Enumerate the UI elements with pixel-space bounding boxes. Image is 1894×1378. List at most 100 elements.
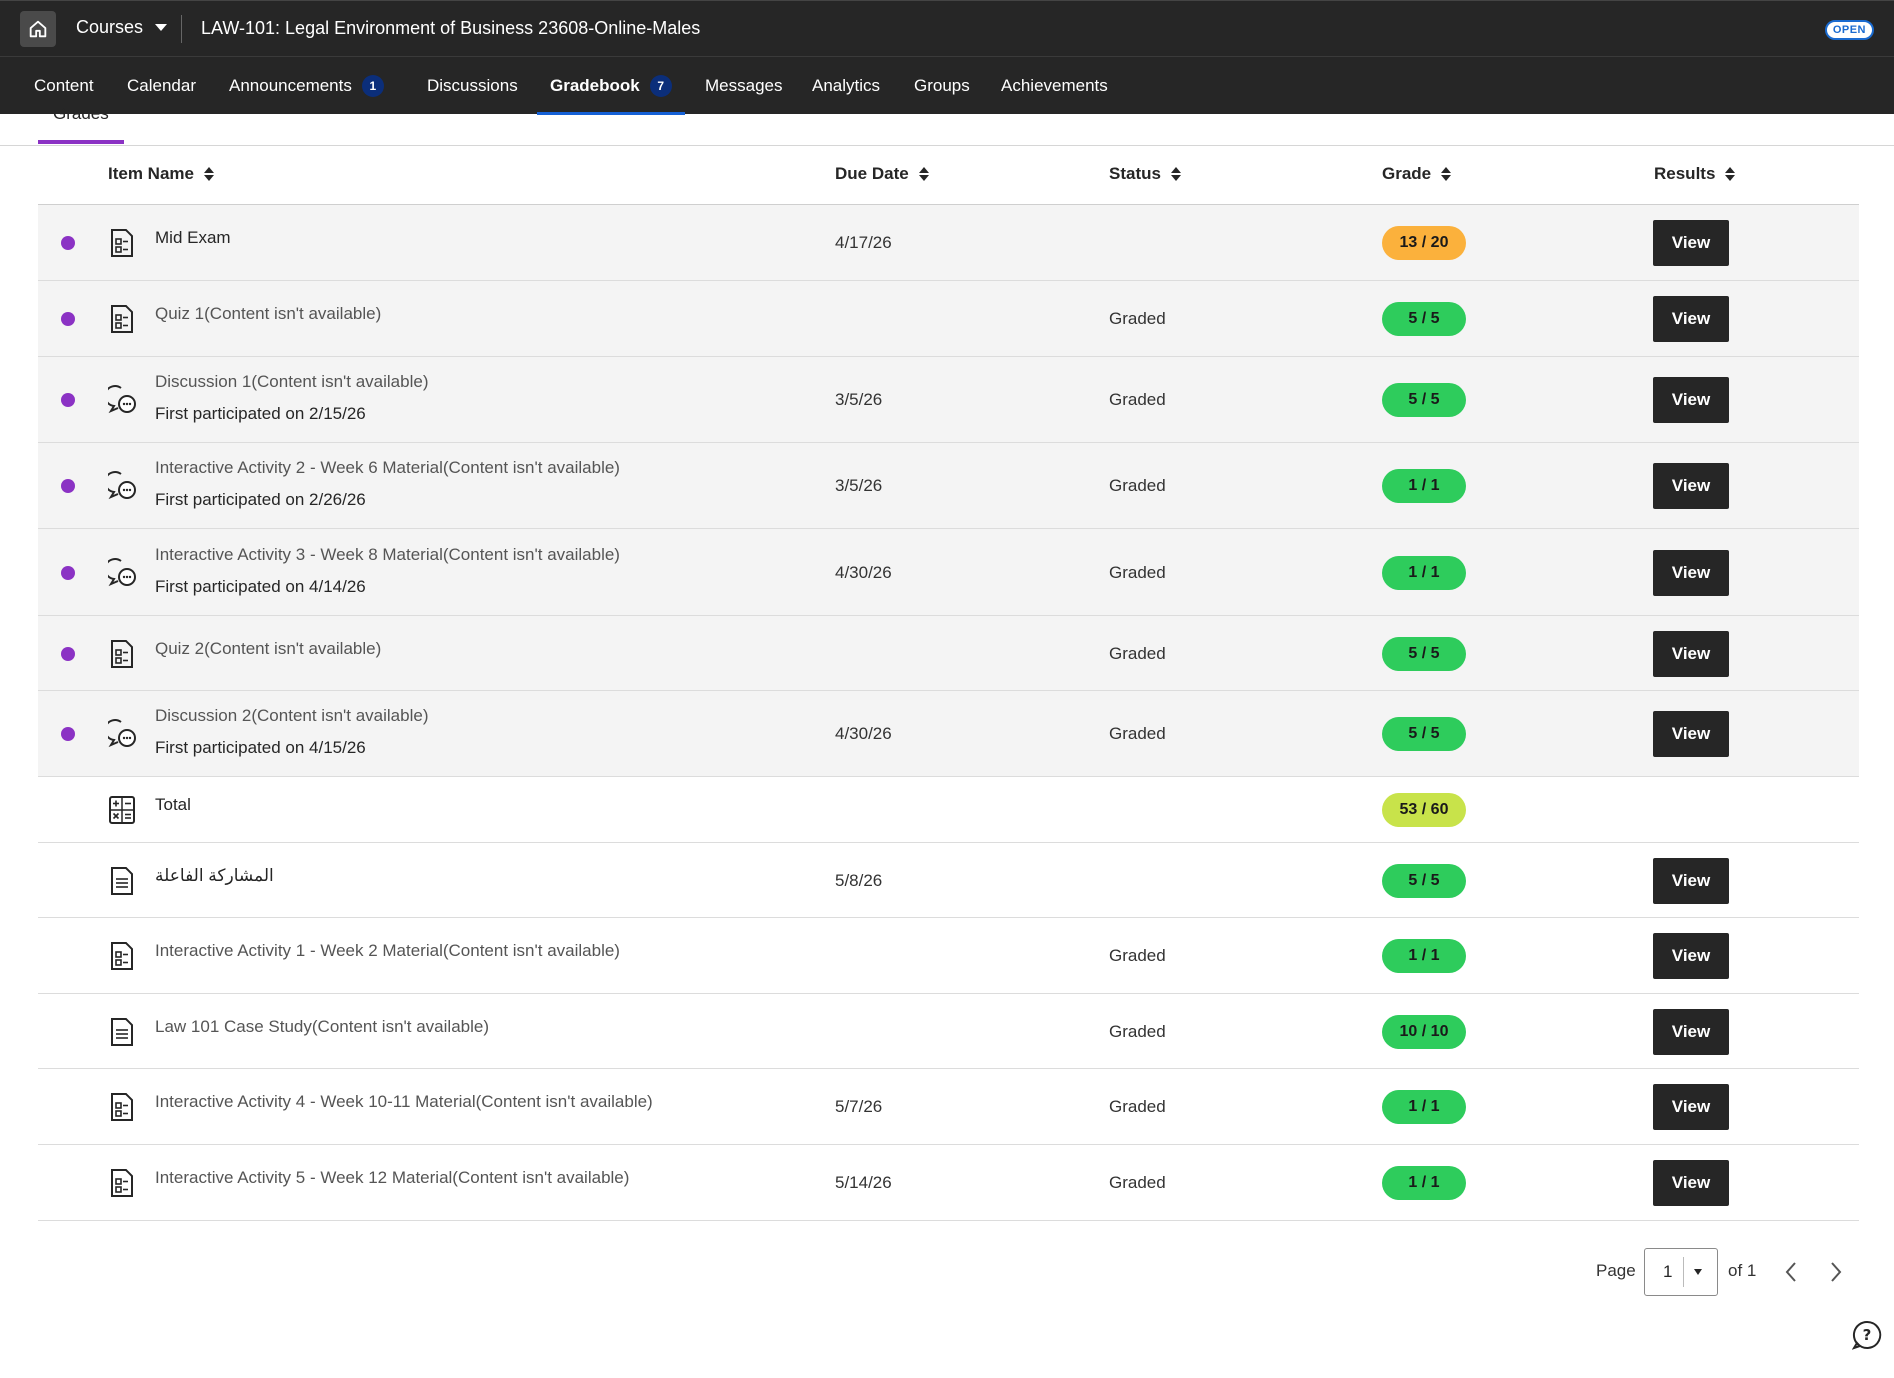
courses-label: Courses	[76, 17, 144, 37]
tab-gradebook[interactable]: Gradebook 7	[537, 57, 685, 115]
discussion-icon	[104, 557, 136, 588]
grade-pill: 1 / 1	[1382, 939, 1466, 973]
grade-pill: 10 / 10	[1382, 1014, 1466, 1049]
item-name-link[interactable]: المشاركة الفاعلة	[155, 866, 274, 886]
status-text: Graded	[1109, 1173, 1166, 1192]
table-row: Mid Exam 4/17/26 13 / 20 View	[38, 205, 1859, 281]
item-name-link[interactable]: Interactive Activity 5 - Week 12 Materia…	[155, 1168, 629, 1188]
view-button[interactable]: View	[1653, 711, 1729, 757]
item-name-link[interactable]: Total	[155, 795, 191, 815]
view-button[interactable]: View	[1653, 220, 1729, 266]
status-text: Graded	[1109, 946, 1166, 965]
table-row: Quiz 2(Content isn't available) Graded 5 /…	[38, 616, 1859, 691]
item-name-link[interactable]: Interactive Activity 1 - Week 2 Material…	[155, 941, 620, 961]
sort-icon	[1441, 167, 1452, 181]
item-participation: First participated on 2/26/26	[155, 490, 366, 509]
column-header-due-date[interactable]: Due Date	[835, 164, 929, 184]
item-name-link[interactable]: Interactive Activity 4 - Week 10-11 Mate…	[155, 1092, 653, 1112]
view-button[interactable]: View	[1653, 630, 1729, 677]
due-date: 3/5/26	[835, 390, 883, 409]
view-button[interactable]: View	[1653, 1008, 1729, 1055]
test-icon	[108, 941, 136, 971]
tab-groups[interactable]: Groups	[914, 57, 970, 115]
grade-pill: 5 / 5	[1382, 383, 1466, 417]
item-participation: First participated on 4/14/26	[155, 576, 366, 596]
grade-pill: 5 / 5	[1382, 863, 1466, 898]
divider	[181, 15, 182, 43]
tab-grades[interactable]: Grades	[53, 104, 109, 124]
tab-announcements[interactable]: Announcements 1	[229, 57, 384, 115]
item-name-link[interactable]: Quiz 1(Content isn't available)	[155, 304, 381, 324]
table-row: Discussion 1(Content isn't available) Fir…	[38, 357, 1859, 443]
help-button[interactable]: ?	[1851, 1320, 1882, 1350]
item-name-link[interactable]: Mid Exam	[155, 228, 231, 248]
chevron-right-icon	[1831, 1262, 1842, 1282]
new-item-indicator	[61, 727, 75, 741]
caret-down-icon	[1694, 1269, 1702, 1275]
tab-label: Calendar	[127, 76, 196, 95]
item-name-link[interactable]: Discussion 1(Content isn't available)	[155, 372, 429, 392]
top-bar: Courses LAW-101: Legal Environment of Bu…	[0, 0, 1894, 56]
tab-achievements[interactable]: Achievements	[1001, 57, 1108, 115]
item-name-link[interactable]: Quiz 2(Content isn't available)	[155, 639, 381, 659]
status-text: Graded	[1109, 1097, 1166, 1116]
view-button[interactable]: View	[1653, 857, 1729, 904]
calculator-icon	[108, 795, 136, 825]
due-date: 4/30/26	[835, 724, 892, 743]
header-label: Grade	[1382, 164, 1432, 183]
header-label: Status	[1109, 164, 1161, 183]
sort-icon	[1170, 167, 1181, 181]
test-icon	[108, 1168, 136, 1198]
page-select[interactable]: 1	[1644, 1248, 1718, 1296]
table-row: Discussion 2(Content isn't available) Fir…	[38, 691, 1859, 777]
test-icon	[108, 1092, 136, 1122]
tab-calendar[interactable]: Calendar	[127, 57, 196, 115]
tab-analytics[interactable]: Analytics	[812, 57, 880, 115]
column-header-status[interactable]: Status	[1109, 164, 1181, 184]
discussion-icon	[104, 471, 136, 501]
discussion-icon	[104, 719, 136, 749]
grade-pill: 5 / 5	[1382, 717, 1466, 751]
view-button[interactable]: View	[1653, 1084, 1729, 1130]
view-button[interactable]: View	[1653, 296, 1729, 342]
select-divider	[1683, 1257, 1684, 1287]
next-page-button[interactable]	[1822, 1258, 1850, 1286]
table-row: المشاركة الفاعلة 5/8/26 5 / 5 View	[38, 843, 1859, 918]
new-item-indicator	[61, 479, 75, 493]
tab-label: Discussions	[427, 76, 518, 95]
tab-messages[interactable]: Messages	[705, 57, 782, 115]
tab-label: Achievements	[1001, 76, 1108, 95]
gradebook-count-badge: 7	[649, 75, 672, 97]
item-name-link[interactable]: Interactive Activity 3 - Week 8 Material…	[155, 545, 620, 565]
view-button[interactable]: View	[1653, 549, 1729, 596]
item-name-link[interactable]: Law 101 Case Study(Content isn't availab…	[155, 1017, 489, 1037]
tab-label: Announcements	[229, 76, 352, 95]
active-subtab-indicator	[38, 140, 124, 144]
previous-page-button[interactable]	[1777, 1258, 1805, 1286]
item-name-link[interactable]: Discussion 2(Content isn't available)	[155, 706, 429, 726]
view-button[interactable]: View	[1653, 463, 1729, 509]
tab-discussions[interactable]: Discussions	[427, 57, 518, 115]
new-item-indicator	[61, 312, 75, 326]
column-header-item-name[interactable]: Item Name	[108, 164, 214, 184]
page-count-label: of 1	[1728, 1261, 1757, 1280]
item-name-link[interactable]: Interactive Activity 2 - Week 6 Material…	[155, 458, 620, 478]
header-label: Results	[1654, 164, 1716, 183]
table-row: Quiz 1(Content isn't available) Graded 5 /…	[38, 281, 1859, 357]
courses-dropdown[interactable]: Courses	[76, 17, 168, 38]
status-text: Graded	[1109, 562, 1166, 582]
course-nav: Content Calendar Announcements 1 Discussi…	[0, 56, 1894, 115]
column-header-results[interactable]: Results	[1654, 164, 1736, 184]
view-button[interactable]: View	[1653, 1160, 1729, 1206]
grades-subtab-bar: Grades	[0, 104, 1894, 146]
view-button[interactable]: View	[1653, 933, 1729, 979]
view-button[interactable]: View	[1653, 377, 1729, 423]
home-button[interactable]	[20, 11, 56, 47]
new-item-indicator	[61, 565, 75, 580]
tab-label: Analytics	[812, 76, 881, 95]
due-date: 3/5/26	[835, 476, 883, 495]
item-participation: First participated on 4/15/26	[155, 738, 366, 757]
tab-label: Messages	[705, 76, 783, 95]
column-header-grade[interactable]: Grade	[1382, 164, 1452, 184]
home-icon	[29, 20, 47, 38]
